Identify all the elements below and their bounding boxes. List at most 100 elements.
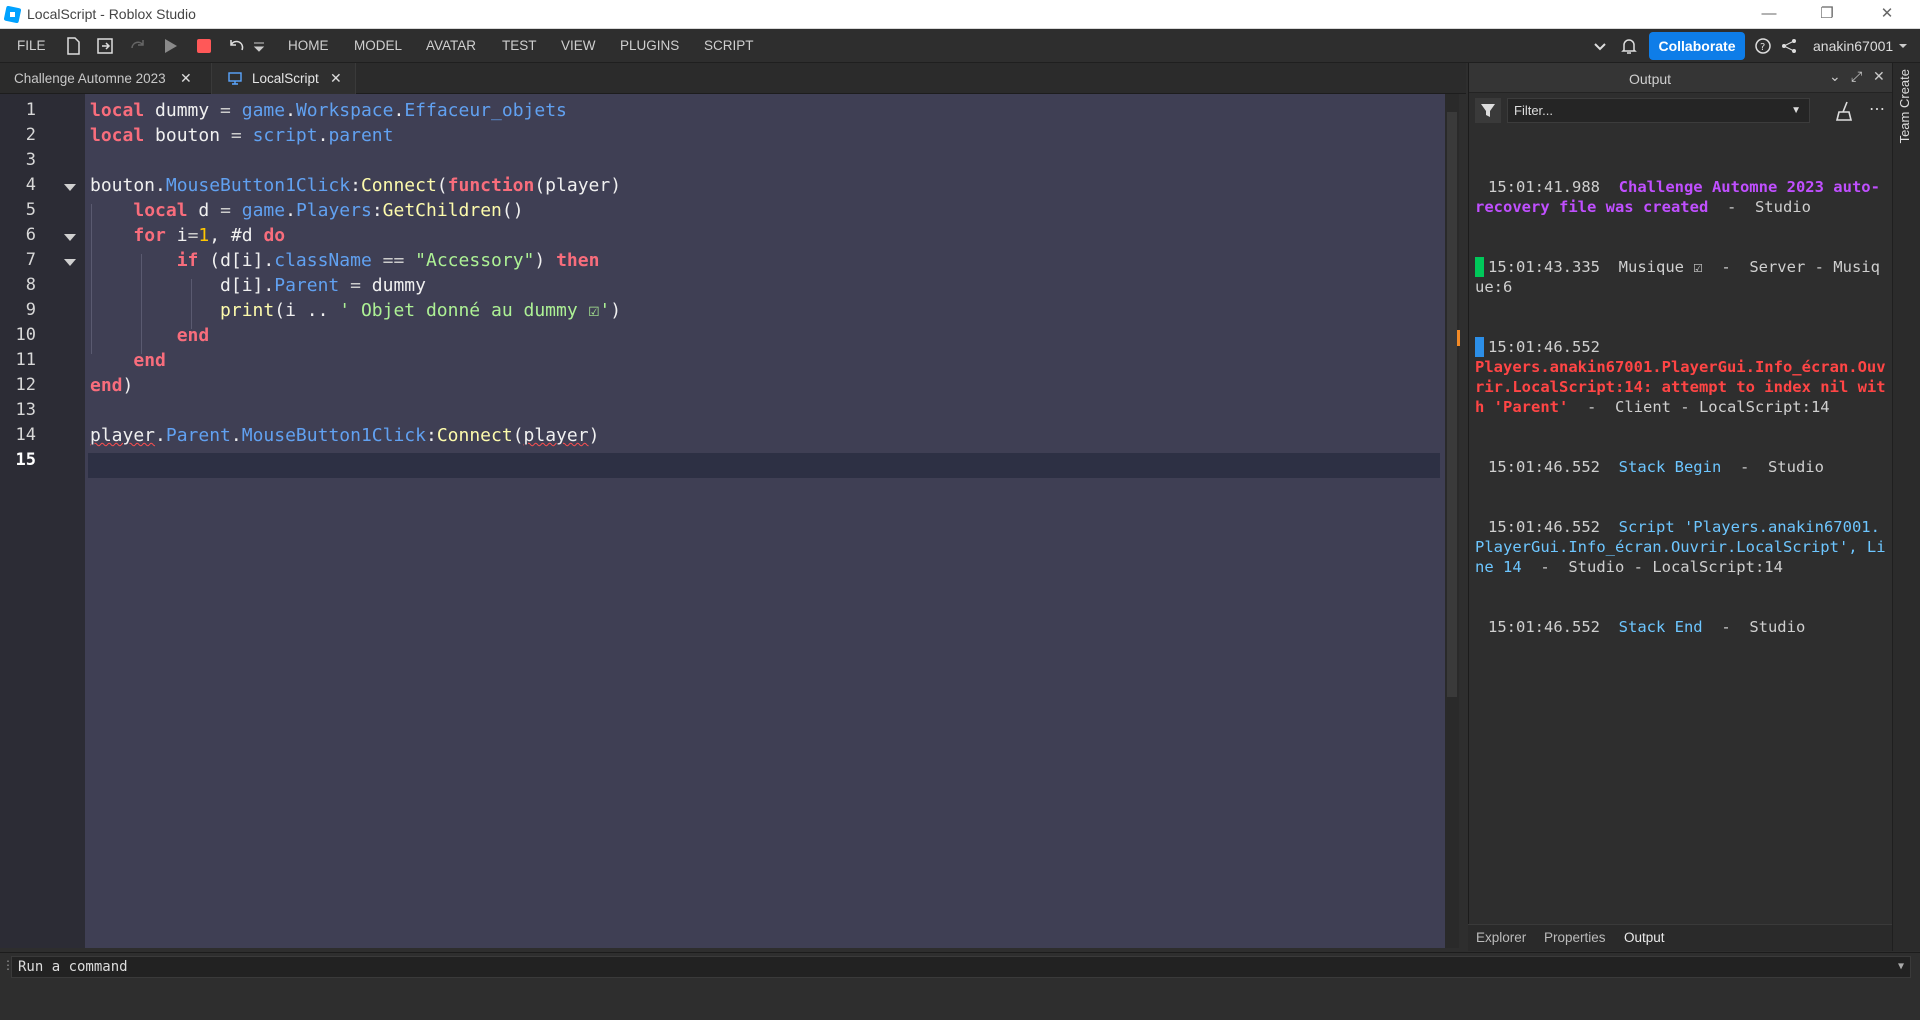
line-number: 9 xyxy=(25,300,36,320)
line-number: 2 xyxy=(25,125,36,145)
chevron-down-icon[interactable] xyxy=(1589,35,1611,57)
username-label[interactable]: anakin67001 xyxy=(1813,38,1893,54)
tab-label: Challenge Automne 2023 xyxy=(14,71,166,86)
file-menu[interactable]: FILE xyxy=(17,38,46,53)
localscript-icon xyxy=(228,72,242,85)
clear-output-broom-icon[interactable] xyxy=(1832,99,1856,123)
log-time: 15:01:46.552 xyxy=(1488,518,1600,536)
tab-challenge-automne[interactable]: Challenge Automne 2023 ✕ xyxy=(0,63,205,94)
filter-input[interactable]: Filter... ▼ xyxy=(1507,98,1810,123)
user-dropdown-icon[interactable] xyxy=(1896,35,1910,57)
filter-placeholder: Filter... xyxy=(1514,103,1554,118)
filter-dropdown-icon[interactable]: ▼ xyxy=(1791,99,1801,122)
quick-access-dropdown-icon[interactable] xyxy=(252,35,266,57)
minimize-button[interactable]: — xyxy=(1742,0,1796,29)
log-time: 15:01:43.335 xyxy=(1488,258,1600,276)
line-number: 8 xyxy=(25,275,36,295)
log-spacer xyxy=(1475,457,1484,477)
log-entry: 15:01:46.552 Script 'Players.anakin67001… xyxy=(1475,517,1887,577)
help-icon[interactable]: ? xyxy=(1752,35,1774,57)
output-log[interactable]: 15:01:41.988 Challenge Automne 2023 auto… xyxy=(1475,137,1887,677)
side-strip: Team Create xyxy=(1892,63,1920,951)
tab-explorer[interactable]: Explorer xyxy=(1476,930,1526,945)
fold-toggle-icon[interactable] xyxy=(64,184,76,191)
code-line: end xyxy=(176,325,210,346)
menu-model[interactable]: MODEL xyxy=(354,38,402,53)
share-icon[interactable] xyxy=(1778,35,1800,57)
editor-scroll-thumb[interactable] xyxy=(1447,112,1457,697)
log-message: Stack Begin xyxy=(1618,458,1722,476)
line-number: 11 xyxy=(15,350,36,370)
code-line: for i=1, #d do xyxy=(133,225,286,246)
menu-bar: FILE HOME MODEL AVATAR TEST VIEW PLUGINS… xyxy=(0,29,1920,63)
line-number: 5 xyxy=(25,200,36,220)
client-marker xyxy=(1475,337,1484,357)
line-number: 12 xyxy=(15,375,36,395)
script-editor[interactable]: 1 2 3 4 5 6 7 8 9 10 11 12 13 14 15 loca… xyxy=(0,94,1458,948)
log-entry: 15:01:41.988 Challenge Automne 2023 auto… xyxy=(1475,177,1887,217)
menu-test[interactable]: TEST xyxy=(502,38,537,53)
log-time: 15:01:46.552 xyxy=(1488,458,1600,476)
command-history-dropdown-icon[interactable]: ▼ xyxy=(1898,957,1904,977)
collaborate-button[interactable]: Collaborate xyxy=(1649,32,1745,60)
command-bar: ⋮ Run a command ▼ xyxy=(0,952,1920,980)
code-line: local bouton = script.parent xyxy=(90,125,394,146)
menu-home[interactable]: HOME xyxy=(288,38,329,53)
log-source: - Studio xyxy=(1721,458,1824,476)
title-bar: LocalScript - Roblox Studio — ❐ ✕ xyxy=(0,0,1920,29)
undock-icon[interactable]: ⤢ xyxy=(1851,68,1862,85)
restore-button[interactable]: ❐ xyxy=(1800,0,1854,29)
menu-script[interactable]: SCRIPT xyxy=(704,38,754,53)
open-file-icon[interactable] xyxy=(94,35,116,57)
close-window-button[interactable]: ✕ xyxy=(1860,0,1914,29)
new-file-icon[interactable] xyxy=(62,35,84,57)
log-time: 15:01:41.988 xyxy=(1488,178,1600,196)
output-filter-bar: Filter... ▼ ⋯ xyxy=(1469,93,1893,129)
svg-text:?: ? xyxy=(1760,42,1765,53)
document-tabs: Challenge Automne 2023 ✕ LocalScript ✕ xyxy=(0,63,1466,94)
roblox-studio-icon xyxy=(4,6,21,23)
panel-dropdown-icon[interactable]: ⌄ xyxy=(1829,68,1841,85)
output-panel: Output ⌄ ⤢ ✕ Filter... ▼ ⋯ 15:01:41.988 … xyxy=(1468,63,1893,951)
line-number: 4 xyxy=(25,175,36,195)
undo-icon[interactable] xyxy=(225,35,247,57)
log-time: 15:01:46.552 xyxy=(1488,338,1600,356)
line-number: 1 xyxy=(25,100,36,120)
code-line: end) xyxy=(90,375,134,396)
line-number-current: 15 xyxy=(15,450,36,470)
server-marker xyxy=(1475,257,1484,277)
line-number: 10 xyxy=(15,325,36,345)
fold-toggle-icon[interactable] xyxy=(64,234,76,241)
close-tab-icon[interactable]: ✕ xyxy=(180,63,192,94)
command-input[interactable]: Run a command ▼ xyxy=(11,956,1911,978)
log-entry: 15:01:46.552 Stack End - Studio xyxy=(1475,617,1887,637)
close-tab-icon[interactable]: ✕ xyxy=(330,63,342,94)
log-spacer xyxy=(1475,617,1484,637)
team-create-tab[interactable]: Team Create xyxy=(1897,69,1912,143)
log-spacer xyxy=(1475,177,1484,197)
tab-localscript[interactable]: LocalScript ✕ xyxy=(211,63,356,94)
log-source: - Studio xyxy=(1702,618,1806,636)
line-number: 14 xyxy=(15,425,36,445)
tab-properties[interactable]: Properties xyxy=(1544,930,1606,945)
more-options-icon[interactable]: ⋯ xyxy=(1869,99,1885,119)
stop-icon[interactable] xyxy=(193,35,215,57)
log-spacer xyxy=(1475,517,1484,537)
code-line: if (d[i].className == "Accessory") then xyxy=(176,250,600,271)
log-entry-error: 15:01:46.552 Players.anakin67001.PlayerGu… xyxy=(1475,337,1887,417)
notifications-bell-icon[interactable] xyxy=(1618,35,1640,57)
error-marker xyxy=(1457,330,1460,346)
filter-icon[interactable] xyxy=(1475,98,1501,123)
menu-avatar[interactable]: AVATAR xyxy=(426,38,476,53)
code-line: print(i .. ' Objet donné au dummy ☑') xyxy=(220,300,622,321)
code-line: local d = game.Players:GetChildren() xyxy=(133,200,524,221)
code-line: bouton.MouseButton1Click:Connect(functio… xyxy=(90,175,622,196)
close-panel-icon[interactable]: ✕ xyxy=(1873,68,1885,85)
play-icon[interactable] xyxy=(159,35,181,57)
tab-output[interactable]: Output xyxy=(1624,930,1665,945)
output-title: Output xyxy=(1629,71,1672,87)
menu-view[interactable]: VIEW xyxy=(561,38,596,53)
menu-plugins[interactable]: PLUGINS xyxy=(620,38,679,53)
redo-icon[interactable] xyxy=(127,35,149,57)
fold-toggle-icon[interactable] xyxy=(64,259,76,266)
